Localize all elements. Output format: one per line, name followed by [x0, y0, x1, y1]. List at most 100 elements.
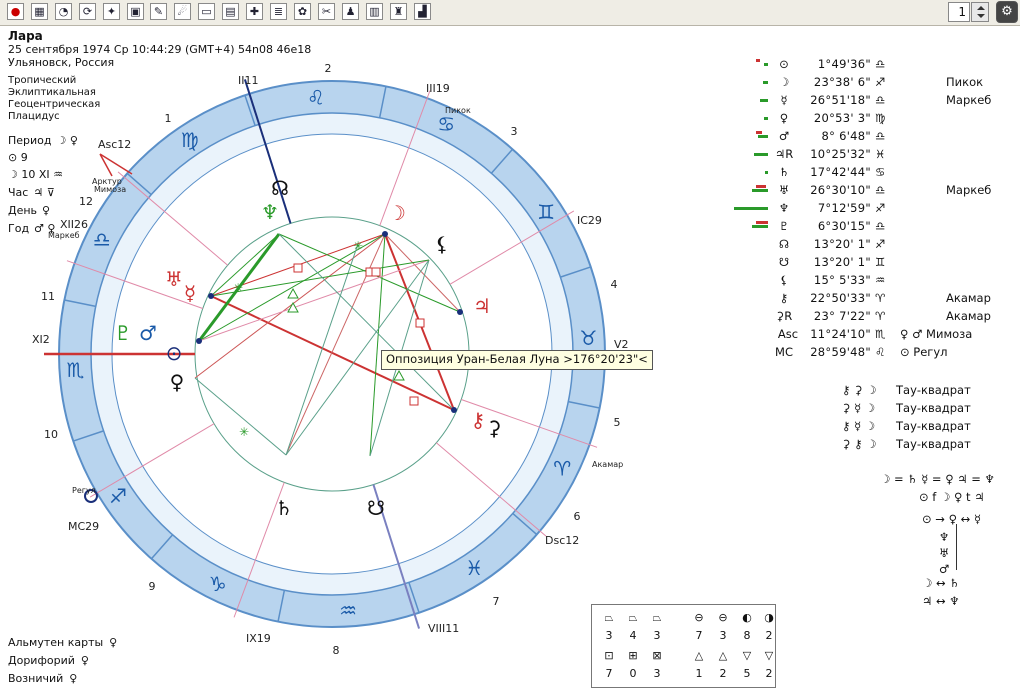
house-number: 9 — [149, 580, 156, 593]
house-number: 3 — [511, 125, 518, 138]
zodiac-sign-glyph: ♋ — [437, 112, 455, 136]
house-number: 4 — [611, 278, 618, 291]
fixed-star: Акамар — [946, 291, 991, 305]
aspect-icon: ▽ — [764, 649, 774, 662]
planet-degree: 8° 6'48" — [821, 129, 871, 143]
chart-icon[interactable]: ▣ — [127, 3, 144, 20]
planet-glyph-icon: ⚳ — [487, 416, 502, 440]
stop-icon[interactable]: ● — [7, 3, 24, 20]
position-row: ☊ 13°20' 1" ♐ — [775, 237, 885, 253]
zodiac-sign: ♈ — [875, 309, 886, 323]
star-mimosa: Мимоза — [94, 185, 126, 194]
star-markeb: Маркеб — [48, 231, 80, 240]
table-icon[interactable]: ▤ — [222, 3, 239, 20]
zodiac-sign: ♓ — [875, 147, 886, 161]
planet-glyph-icon: ☿ — [184, 281, 196, 305]
zodiac-sign-glyph: ♌ — [307, 86, 325, 110]
fixed-star: ⊙ Регул — [900, 345, 948, 359]
planet-degree: 23° 7'22" — [813, 309, 871, 323]
cusp-label-mc: MC29 — [68, 520, 99, 533]
reception-row: ⊙ → ♀ ↔ ☿ — [922, 512, 982, 526]
edit-icon[interactable]: ✎ — [150, 3, 167, 20]
chart-number-spinner[interactable] — [971, 2, 989, 22]
weakness-bar — [756, 185, 766, 188]
planet-glyph: ⚳R — [775, 309, 793, 323]
strength-bar — [765, 171, 768, 174]
zodiac-sign-glyph: ♑ — [209, 572, 227, 596]
position-row: ⚸ 15° 5'33" ♒ — [775, 273, 886, 289]
position-row: ☽ 23°38' 6" ♐ Пикок — [775, 75, 983, 91]
window-icon[interactable]: ▭ — [198, 3, 215, 20]
aspect-count: 2 — [765, 667, 773, 680]
table2-icon[interactable]: ♜ — [390, 3, 407, 20]
star-regul: Регул — [72, 486, 96, 495]
configuration-label: Тау-квадрат — [896, 419, 971, 433]
cusp-label-asc: Asc12 — [98, 138, 131, 151]
wheel-icon[interactable]: ✿ — [294, 3, 311, 20]
zodiac-sign-glyph: ♏ — [67, 358, 85, 382]
configuration-label: Тау-квадрат — [896, 401, 971, 415]
chart-number-input[interactable]: 1 — [948, 2, 970, 22]
position-row: ♇ 6°30'15" ♎ — [775, 219, 885, 235]
crosshair-icon[interactable]: ✚ — [246, 3, 263, 20]
bar-chart-icon[interactable]: ▥ — [366, 3, 383, 20]
planet-glyph: ♀ — [779, 111, 789, 125]
zodiac-sign: ♐ — [875, 201, 886, 215]
house-number: 12 — [79, 195, 93, 208]
zodiac-sign: ♐ — [875, 75, 886, 89]
cusp-label-xi: XI2 — [32, 333, 50, 346]
zodiac-sign-glyph: ♓ — [465, 556, 483, 580]
square-marker — [415, 318, 425, 328]
reception-row: ☽ ↔ ♄ — [922, 576, 960, 590]
planet-degree: 26°51'18" — [810, 93, 871, 107]
configuration-glyphs: ⚳ ⚷ ☽ — [842, 437, 877, 451]
aspect-count: 3 — [719, 629, 727, 642]
planet-degree: 1°49'36" — [817, 57, 871, 71]
aspect-icon: ⏢ — [604, 611, 614, 624]
reception-row: ♂ — [939, 562, 950, 576]
zodiac-sign-glyph: ♊ — [537, 200, 555, 224]
planet-degree: 17°42'44" — [810, 165, 871, 179]
chart2-icon[interactable]: ▟ — [414, 3, 431, 20]
comet-icon[interactable]: ☄ — [174, 3, 191, 20]
globe-icon[interactable]: ◔ — [55, 3, 72, 20]
cusp-label-iii: III19 — [426, 82, 450, 95]
refresh-icon[interactable]: ⟳ — [79, 3, 96, 20]
square-marker — [409, 396, 419, 406]
aspect-icon: ⊖ — [694, 611, 704, 624]
aspect-icon: ⊞ — [628, 649, 638, 662]
position-row: ♄ 17°42'44" ♋ — [775, 165, 885, 181]
planet-glyph-icon: ♇ — [114, 321, 132, 345]
position-row: Asc 11°24'10" ♏ ♀ ♂ Мимоза — [775, 327, 972, 343]
aspect-count: 7 — [605, 667, 613, 680]
planet-degree: 13°20' 1" — [813, 255, 871, 269]
aspect-count: 3 — [605, 629, 613, 642]
reception-row: ♆ — [939, 530, 950, 544]
planet-dot — [457, 309, 463, 315]
aspect-icon: △ — [694, 649, 704, 662]
zodiac-sign: ♎ — [875, 183, 886, 197]
zodiac-sign: ♐ — [875, 237, 886, 251]
person-icon[interactable]: ♟ — [342, 3, 359, 20]
zodiac-sign: ♌ — [875, 345, 886, 359]
fixed-star: Акамар — [946, 309, 991, 323]
zodiac-sign: ♎ — [875, 219, 886, 233]
star-map-icon[interactable]: ✦ — [103, 3, 120, 20]
grid-icon[interactable]: ▦ — [31, 3, 48, 20]
toolbar: ● ▦ ◔ ⟳ ✦ ▣ ✎ ☄ ▭ ▤ ✚ ≣ ✿ ✂ ♟ ▥ ♜ ▟ 1 ⚙ — [0, 0, 1020, 26]
planet-glyph: ☊ — [778, 237, 790, 251]
aspect-icon: ⊡ — [604, 649, 614, 662]
square-marker — [293, 263, 303, 273]
cusp-label-dsc: Dsc12 — [545, 534, 579, 547]
position-row: ☋ 13°20' 1" ♊ — [775, 255, 885, 271]
fixed-star: Маркеб — [946, 183, 992, 197]
zodiac-sign-glyph: ♉ — [580, 326, 598, 350]
strength-bar — [752, 225, 768, 228]
zodiac-sign: ♈ — [875, 291, 886, 305]
tools-icon[interactable]: ✂ — [318, 3, 335, 20]
aspect-tooltip: Оппозиция Уран-Белая Луна >176°20'23"< — [381, 350, 653, 370]
configuration-glyphs: ⚷ ☿ ☽ — [842, 419, 876, 433]
list-icon[interactable]: ≣ — [270, 3, 287, 20]
planet-glyph: ⚷ — [779, 291, 789, 305]
gear-icon[interactable]: ⚙ — [996, 1, 1018, 23]
